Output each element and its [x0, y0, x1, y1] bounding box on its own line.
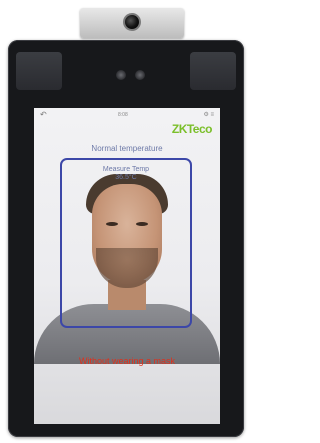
brand-logo: ZKTeco	[171, 122, 213, 136]
camera-lens-icon	[123, 13, 141, 31]
mask-warning: Without wearing a mask	[78, 356, 176, 366]
measure-temp-readout: Measure Temp 36.5°C	[62, 166, 190, 182]
system-icons[interactable]: ⚙ ≡	[203, 111, 214, 118]
ir-camera-icon	[135, 70, 145, 80]
device-screen: ↶ 8:08 ⚙ ≡ ZKTeco Normal temperature Mea…	[34, 108, 220, 424]
measure-label: Measure Temp	[102, 166, 150, 173]
temperature-status: Normal temperature	[91, 144, 163, 153]
thermal-camera-module	[80, 8, 184, 38]
right-sensor-window	[190, 52, 236, 90]
clock: 8:08	[118, 112, 128, 118]
ir-light-icon	[116, 70, 126, 80]
left-sensor-window	[16, 52, 62, 90]
measure-value: 36.5°C	[115, 174, 137, 181]
face-detection-box: Measure Temp 36.5°C	[60, 158, 192, 328]
status-bar: ↶ 8:08 ⚙ ≡	[34, 108, 220, 122]
device-body: ↶ 8:08 ⚙ ≡ ZKTeco Normal temperature Mea…	[8, 40, 244, 437]
back-arrow-icon[interactable]: ↶	[40, 111, 47, 119]
